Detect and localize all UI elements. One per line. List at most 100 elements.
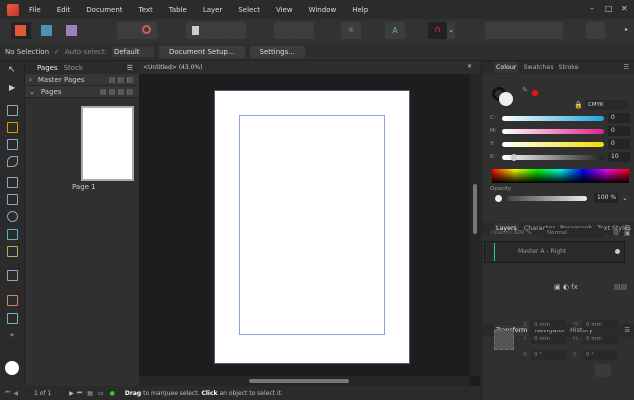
preview-icon[interactable]: ☼ [341,22,361,39]
tab-stock[interactable]: Stock [64,64,83,72]
prev-page-button[interactable]: ◀ [13,390,18,397]
transform-origin-button[interactable] [595,364,611,377]
layer-row[interactable]: Master A - Right [484,241,625,263]
yellow-slider[interactable] [502,142,604,147]
cyan-slider[interactable] [502,116,604,121]
toolbar-button[interactable] [274,22,294,39]
page-icon[interactable] [186,22,206,39]
document-tab[interactable]: <Untitled> (43.0%) ✕ [139,61,480,74]
tab-colour[interactable]: Colour [494,62,519,73]
crop-tool-icon[interactable] [7,270,18,281]
frame-text-tool-icon[interactable] [7,105,18,116]
opacity-dropdown-icon[interactable]: ⌄ [622,194,628,202]
shear-field[interactable]: 0 ° [583,350,618,360]
pen-tool-icon[interactable] [7,156,18,167]
panel-menu-icon[interactable]: ☰ [623,64,629,71]
settings-button[interactable]: Settings... [249,45,305,58]
tab-pages[interactable]: Pages [37,64,58,72]
blend-mode-dropdown[interactable]: Normal [544,228,604,238]
menu-layer[interactable]: Layer [203,6,223,14]
menu-help[interactable]: Help [352,6,368,14]
document-page[interactable] [214,90,410,364]
toolbar-button[interactable] [206,22,226,39]
settings-gear-icon[interactable] [137,22,157,39]
minimize-button[interactable]: – [590,4,594,13]
magenta-slider[interactable] [502,129,604,134]
black-value[interactable]: 10 [608,152,630,162]
layer-settings-gear-icon[interactable]: ⚙ [613,229,619,237]
add-delete-layer-icons[interactable]: ▤▤ [614,283,627,291]
close-document-icon[interactable]: ✕ [467,63,472,70]
toolbar-button[interactable] [226,22,246,39]
colour-model-dropdown[interactable]: CMYK [585,100,628,110]
designer-persona-button[interactable] [37,22,57,39]
fill-tool-icon[interactable] [7,246,18,257]
preflight-ok-icon[interactable]: ● [110,390,115,397]
ellipse-frame-tool-icon[interactable] [7,211,18,222]
rectangle-tool-icon[interactable] [7,177,18,188]
snapping-magnet-icon[interactable]: ∩ [428,22,447,39]
page-thumbnail[interactable] [81,106,134,181]
eyedropper-icon[interactable]: ✎ [522,86,528,94]
menu-file[interactable]: File [29,6,41,14]
rotation-field[interactable]: 0 ° [531,350,566,360]
layer-effects-icons[interactable]: ▣ ◐ fx [554,283,578,291]
last-page-button[interactable]: ⏭ [77,389,82,397]
pages-section[interactable]: ⌄ Pages ▤ ▤ ▤ ▤ [25,86,139,98]
next-page-button[interactable]: ▶ [69,390,74,397]
menu-edit[interactable]: Edit [57,6,71,14]
toolbar-button[interactable] [294,22,314,39]
layer-visibility-icon[interactable] [615,249,620,254]
fill-colour-well[interactable] [499,92,513,106]
yellow-value[interactable]: 0 [608,139,630,149]
tab-swatches[interactable]: Swatches [523,64,553,71]
opacity-slider[interactable] [507,196,587,201]
vertical-scroll-thumb[interactable] [473,184,477,234]
collapse-icon[interactable]: ⌄ [29,88,35,96]
text-frame-icon[interactable]: A [385,22,405,39]
black-slider[interactable] [502,154,604,161]
color-picker-tool-icon[interactable] [7,295,18,306]
place-image-tool-icon[interactable] [7,229,18,240]
link-icon[interactable]: ∞ [625,327,631,335]
page-actions-icon[interactable]: ▤ ▤ ▤ ▤ [100,88,133,96]
y-field[interactable]: 0 mm [531,334,566,344]
autoselect-dropdown[interactable]: Default [111,46,154,57]
more-tools-icon[interactable]: » [10,331,14,339]
menu-select[interactable]: Select [238,6,260,14]
horizontal-scroll-thumb[interactable] [249,379,349,383]
toolbar-button[interactable] [117,22,137,39]
h-field[interactable]: 0 mm [583,334,618,344]
photo-persona-button[interactable] [62,22,82,39]
master-pages-section[interactable]: › Master Pages ▤ ▤ ▤ [25,74,139,86]
menu-view[interactable]: View [276,6,293,14]
table-tool-icon[interactable] [7,122,18,133]
lock-icon[interactable]: 🔒 [574,101,583,109]
panel-menu-icon[interactable]: ☰ [127,64,133,72]
magenta-value[interactable]: 0 [608,126,630,136]
publisher-persona-button[interactable] [11,22,31,39]
lock-icon[interactable]: ▣ [624,229,631,237]
close-button[interactable]: ✕ [621,4,628,13]
autoselect-checkbox[interactable]: ✓ [54,48,60,56]
menu-text[interactable]: Text [139,6,153,14]
fill-colour-well[interactable] [5,361,19,375]
snapping-dropdown[interactable]: ⌄ [447,22,455,39]
move-tool-icon[interactable]: ↖ [8,65,16,75]
master-page-actions-icon[interactable]: ▤ ▤ ▤ [109,76,133,84]
expand-icon[interactable]: › [29,76,32,84]
vertical-scrollbar[interactable] [470,74,480,376]
picture-frame-tool-icon[interactable] [7,194,18,205]
menu-table[interactable]: Table [169,6,187,14]
page-view-icon[interactable]: ▤ [87,390,93,397]
node-tool-icon[interactable]: ▶ [9,83,15,92]
first-page-button[interactable]: ⏮ [5,389,10,397]
toolbar-button[interactable] [586,22,605,39]
document-setup-button[interactable]: Document Setup... [158,45,245,58]
tab-stroke[interactable]: Stroke [559,64,579,71]
anchor-selector[interactable] [494,330,514,350]
cyan-value[interactable]: 0 [608,113,630,123]
artistic-text-tool-icon[interactable] [7,139,18,150]
arrange-buttons[interactable] [485,22,563,39]
colour-spectrum[interactable] [492,169,629,183]
